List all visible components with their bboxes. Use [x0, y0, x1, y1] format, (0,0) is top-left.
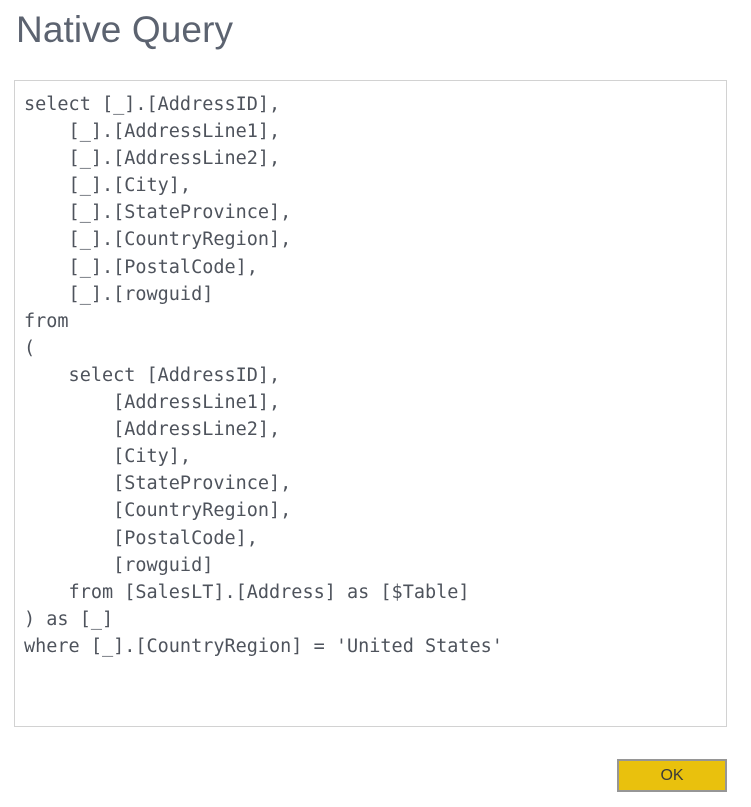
query-code-box[interactable]: select [_].[AddressID], [_].[AddressLine… — [14, 80, 727, 727]
ok-button[interactable]: OK — [617, 759, 727, 792]
native-query-dialog: Native Query select [_].[AddressID], [_]… — [0, 0, 751, 807]
query-code-text: select [_].[AddressID], [_].[AddressLine… — [24, 94, 503, 657]
page-title: Native Query — [16, 9, 234, 50]
dialog-button-row: OK — [0, 759, 751, 799]
